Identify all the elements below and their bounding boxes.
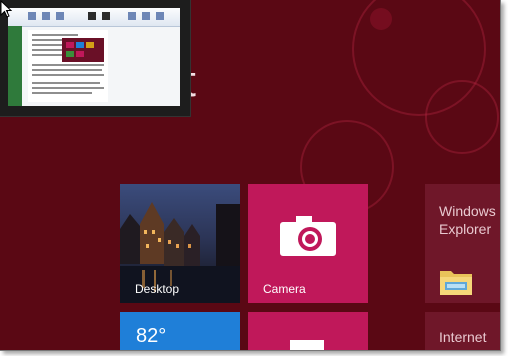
ribbon (8, 8, 180, 27)
app-tile[interactable] (248, 312, 368, 350)
background-dot (370, 8, 392, 30)
open-window-thumbnail[interactable] (0, 0, 190, 116)
internet-explorer-tile[interactable]: Internet (425, 312, 500, 350)
start-screen: rt (0, 0, 501, 351)
camera-icon (280, 216, 336, 256)
weather-temperature: 82° (136, 325, 167, 347)
windows-explorer-tile[interactable]: Windows Explorer (425, 184, 500, 303)
desktop-tile[interactable]: Desktop (120, 184, 240, 303)
folder-icon (440, 271, 472, 295)
camera-tile-label: Camera (263, 282, 306, 296)
tile-glyph (290, 340, 324, 350)
internet-explorer-tile-label: Internet (439, 329, 487, 345)
document-image (62, 38, 104, 62)
thumbnail-sidebar (8, 26, 22, 106)
word-document-window-thumbnail (8, 8, 180, 106)
background-ring (425, 80, 499, 154)
camera-tile[interactable]: Camera (248, 184, 368, 303)
desktop-tile-label: Desktop (135, 282, 180, 296)
arrow-cursor-icon (0, 0, 12, 18)
weather-tile[interactable]: 82° (120, 312, 240, 350)
windows-explorer-tile-label: Windows Explorer (439, 203, 496, 237)
